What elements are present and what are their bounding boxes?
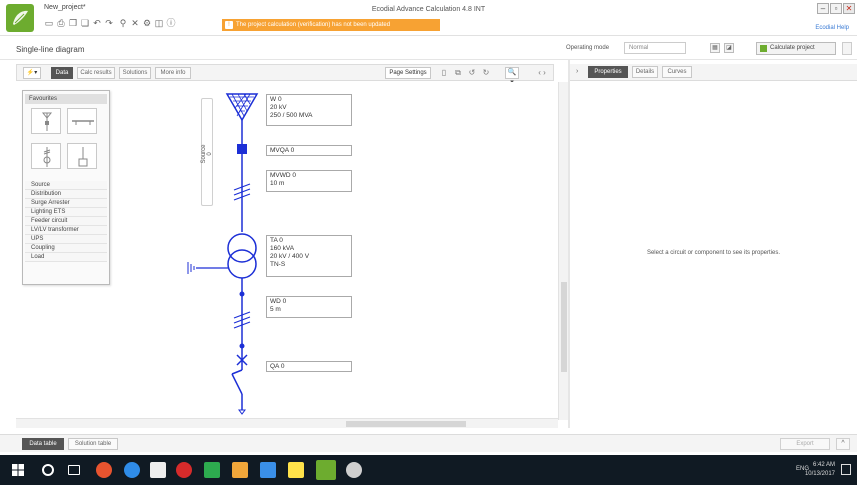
notes-icon[interactable] <box>288 462 304 478</box>
component-palette: Favourites Source Distribution Surge Arr… <box>22 90 110 285</box>
transformer-symbol[interactable] <box>227 233 257 279</box>
component-label-line: MVWD 0 <box>270 172 296 179</box>
component-label-line: 20 kV <box>270 104 287 111</box>
lv-cable-symbol <box>233 311 251 329</box>
horizontal-scrollbar[interactable] <box>16 418 558 428</box>
palette-category-feeder-circuit[interactable]: Feeder circuit <box>25 217 107 226</box>
favourite-source-tile[interactable] <box>31 108 61 134</box>
component-label-line: 160 kVA <box>270 245 295 252</box>
explorer-icon[interactable] <box>232 462 248 478</box>
single-line-diagram <box>187 93 259 415</box>
chrome-icon[interactable] <box>124 462 140 478</box>
palette-category-ups[interactable]: UPS <box>25 235 107 244</box>
clock-time: 6:42 AM <box>812 462 835 468</box>
component-wd0[interactable]: WD 0 5 m <box>266 296 352 318</box>
component-w0[interactable]: W 0 20 kV 250 / 500 MVA <box>266 94 352 126</box>
search-icon[interactable] <box>42 464 54 476</box>
mv-cable-symbol <box>233 183 251 201</box>
component-label-line: 5 m <box>270 306 281 313</box>
system-clock[interactable]: 6:42 AM 10/13/2017 <box>805 461 835 479</box>
favourite-busbar-tile[interactable] <box>67 108 97 134</box>
node-dot <box>239 291 245 297</box>
component-mvwd0[interactable]: MVWD 0 10 m <box>266 170 352 192</box>
favourites-header: Favourites <box>25 94 107 104</box>
clock-date: 10/13/2017 <box>804 471 835 477</box>
properties-empty-message: Select a circuit or component to see its… <box>646 250 781 256</box>
favourite-load-tile[interactable] <box>67 143 97 169</box>
opera-icon[interactable] <box>176 462 192 478</box>
source-label: Source 0 <box>201 144 213 164</box>
component-label-line: TA 0 <box>270 237 283 244</box>
component-qa0[interactable]: QA 0 <box>266 361 352 372</box>
expand-bottom-button[interactable]: ^ <box>836 438 850 450</box>
component-label-line: 250 / 500 MVA <box>270 112 313 119</box>
component-label-line: 20 kV / 400 V <box>270 253 310 260</box>
excel-icon[interactable] <box>204 462 220 478</box>
vertical-scroll-thumb[interactable] <box>561 282 567 372</box>
outgoing-arrow-icon <box>238 409 246 415</box>
node-dot <box>239 343 245 349</box>
task-view-icon[interactable] <box>68 465 80 475</box>
palette-category-coupling[interactable]: Coupling <box>25 244 107 253</box>
windows-start-icon[interactable] <box>12 464 24 476</box>
component-label-line: TN-S <box>270 261 286 268</box>
switch-symbol <box>231 373 243 395</box>
component-label-line: W 0 <box>270 96 282 103</box>
palette-category-distribution[interactable]: Distribution <box>25 190 107 199</box>
component-ta0[interactable]: TA 0 160 kVA 20 kV / 400 V TN-S <box>266 235 352 277</box>
export-button[interactable]: Export <box>780 438 830 450</box>
component-label-line: QA 0 <box>270 363 285 370</box>
firefox-icon[interactable] <box>96 462 112 478</box>
earth-icon <box>187 262 195 274</box>
palette-category-surge-arrester[interactable]: Surge Arrester <box>25 199 107 208</box>
ecodial-taskbar-icon[interactable] <box>316 460 336 480</box>
windows-taskbar: ENG 6:42 AM 10/13/2017 <box>0 455 857 485</box>
palette-category-load[interactable]: Load <box>25 253 107 262</box>
tool-icon[interactable] <box>346 462 362 478</box>
tab-solution-table[interactable]: Solution table <box>68 438 118 450</box>
notifications-icon[interactable] <box>841 464 851 475</box>
vertical-scrollbar[interactable] <box>558 82 568 420</box>
palette-category-lighting-ets[interactable]: Lighting ETS <box>25 208 107 217</box>
component-mvqa0[interactable]: MVQA 0 <box>266 145 352 156</box>
bottom-bar: Data table Solution table Export ^ <box>0 434 857 452</box>
utility-network-symbol[interactable] <box>225 93 259 122</box>
palette-category-lv-transformer[interactable]: LV/LV transformer <box>25 226 107 235</box>
favourite-feeder-tile[interactable] <box>31 143 61 169</box>
mv-circuit-breaker-symbol[interactable] <box>237 144 247 154</box>
horizontal-scroll-thumb[interactable] <box>346 421 466 427</box>
store-icon[interactable] <box>150 462 166 478</box>
tab-data-table[interactable]: Data table <box>22 438 64 450</box>
palette-category-source[interactable]: Source <box>25 181 107 190</box>
component-label-line: WD 0 <box>270 298 287 305</box>
component-label-line: MVQA 0 <box>270 147 295 154</box>
component-label-line: 10 m <box>270 180 285 187</box>
photos-icon[interactable] <box>260 462 276 478</box>
